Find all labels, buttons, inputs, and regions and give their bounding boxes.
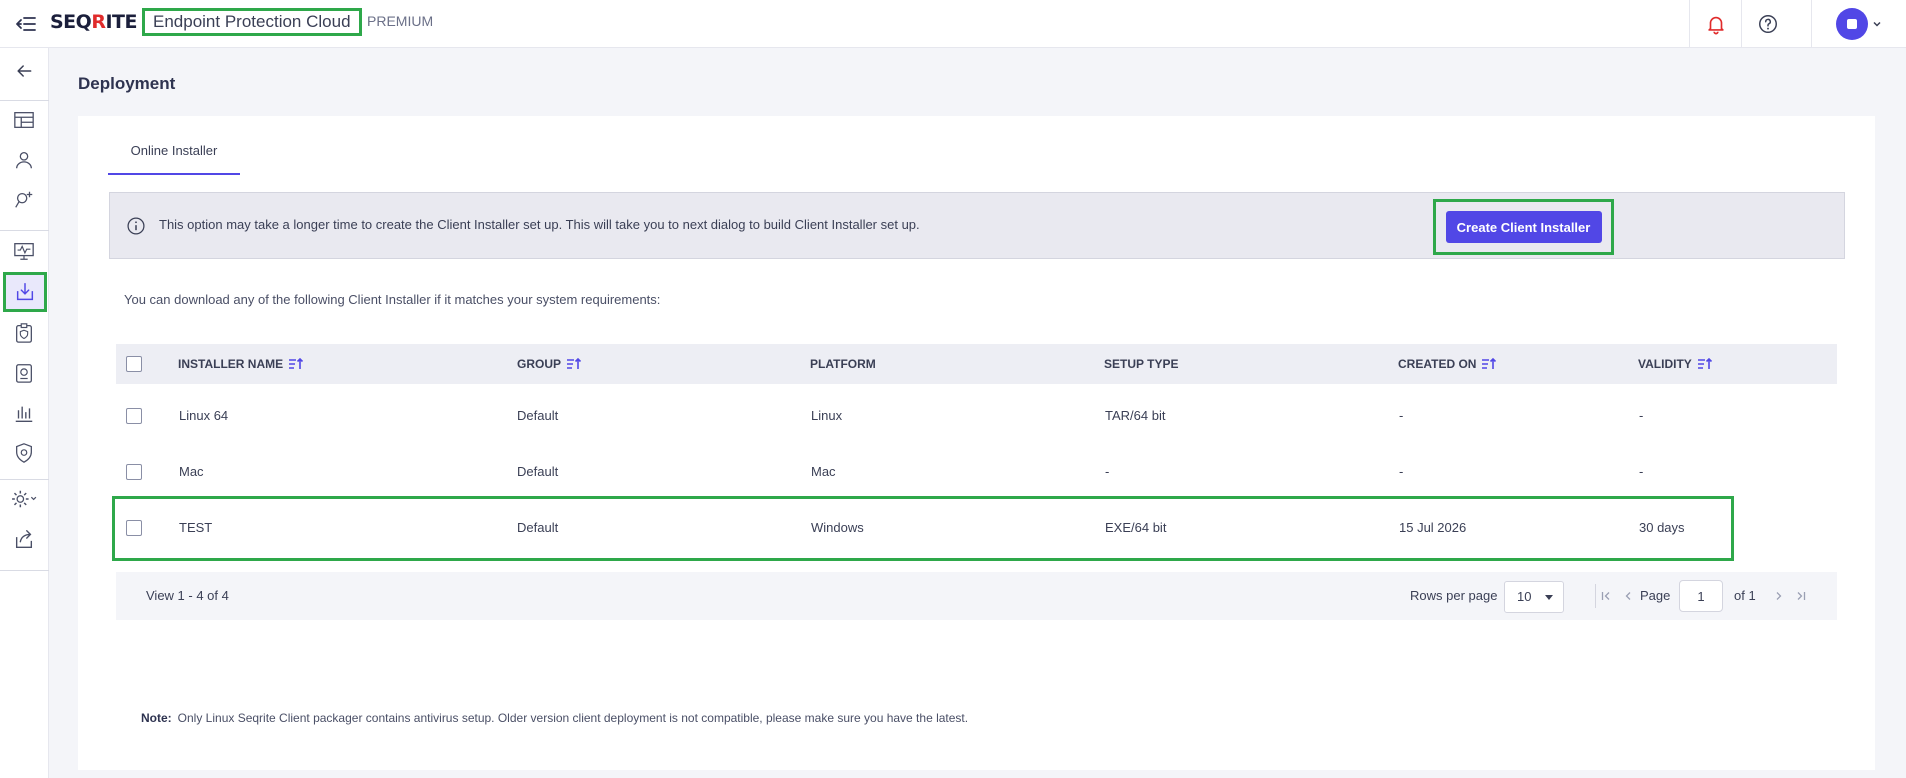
column-installer-name[interactable]: INSTALLER NAME (178, 344, 304, 384)
row-checkbox[interactable] (126, 464, 142, 480)
rows-per-page-select[interactable]: 10 (1504, 581, 1564, 613)
sort-icon[interactable] (566, 357, 582, 371)
column-platform: PLATFORM (810, 357, 876, 371)
download-tray-icon (16, 283, 34, 301)
seqrite-logo: SEQRITE (50, 11, 137, 33)
caret-down-icon (1545, 595, 1553, 600)
rows-per-page-label: Rows per page (1410, 588, 1498, 603)
row-checkbox[interactable] (126, 408, 142, 424)
sort-icon[interactable] (288, 357, 304, 371)
gear-icon[interactable] (6, 482, 42, 516)
last-page-icon[interactable] (1791, 586, 1811, 606)
column-validity[interactable]: VALIDITY (1638, 344, 1713, 384)
created-on-cell: - (1399, 408, 1404, 423)
create-client-installer-button[interactable]: Create Client Installer (1445, 211, 1602, 243)
create-button-highlight: Create Client Installer (1433, 199, 1614, 255)
table-row[interactable]: Mac Default Mac - - - (116, 444, 1837, 500)
setup-type-cell: EXE/64 bit (1105, 520, 1167, 535)
info-text: This option may take a longer time to cr… (159, 217, 920, 232)
next-page-icon[interactable] (1769, 586, 1789, 606)
table-footer: View 1 - 4 of 4 Rows per page 10 Page of… (116, 572, 1837, 620)
dashboard-icon[interactable] (6, 103, 42, 137)
group-cell: Default (517, 520, 559, 535)
sort-icon[interactable] (1697, 357, 1713, 371)
first-page-icon[interactable] (1596, 586, 1616, 606)
back-arrow-icon[interactable] (6, 54, 42, 88)
platform-cell: Mac (811, 464, 836, 479)
help-button[interactable] (1741, 0, 1793, 48)
table-header: INSTALLER NAME GROUP PLATFORM SETUP TYPE… (116, 344, 1837, 384)
user-icon[interactable] (6, 143, 42, 177)
page-number-input[interactable] (1679, 580, 1723, 612)
monitor-activity-icon[interactable] (6, 234, 42, 268)
footer-note: Note: Only Linux Seqrite Client packager … (141, 711, 968, 725)
row-checkbox[interactable] (126, 520, 142, 536)
created-on-cell: - (1399, 464, 1404, 479)
menu-collapse-icon[interactable] (14, 12, 38, 36)
sort-icon[interactable] (1481, 357, 1497, 371)
help-icon (1758, 15, 1777, 33)
note-text: Only Linux Seqrite Client packager conta… (177, 711, 969, 725)
platform-cell: Windows (811, 520, 864, 535)
prev-page-icon[interactable] (1618, 586, 1638, 606)
sidebar (0, 48, 49, 778)
installer-name-cell: Linux 64 (179, 408, 229, 423)
sidebar-item-deployment[interactable] (3, 272, 47, 312)
setup-type-cell: TAR/64 bit (1105, 408, 1166, 423)
chevron-down-icon (1873, 21, 1881, 27)
tab-online-installer[interactable]: Online Installer (108, 139, 240, 175)
validity-cell: - (1639, 464, 1644, 479)
select-all-checkbox[interactable] (126, 356, 142, 372)
notifications-button[interactable] (1689, 0, 1741, 48)
clipboard-shield-icon[interactable] (6, 316, 42, 350)
avatar (1836, 8, 1868, 40)
bell-icon (1707, 16, 1724, 35)
info-icon (127, 217, 145, 235)
top-bar: SEQRITE Endpoint Protection Cloud PREMIU… (0, 0, 1906, 48)
page-total: of 1 (1734, 588, 1756, 603)
validity-cell: 30 days (1639, 520, 1685, 535)
setup-type-cell: - (1105, 464, 1110, 479)
column-created-on[interactable]: CREATED ON (1398, 344, 1497, 384)
device-settings-icon[interactable] (6, 356, 42, 390)
validity-cell: - (1639, 408, 1644, 423)
table-row[interactable]: TEST Default Windows EXE/64 bit 15 Jul 2… (116, 500, 1837, 556)
user-menu[interactable] (1811, 0, 1906, 48)
add-user-search-icon[interactable] (6, 183, 42, 217)
product-name: Endpoint Protection Cloud (142, 8, 362, 36)
table-row[interactable]: Linux 64 Default Linux TAR/64 bit - - (116, 388, 1837, 444)
page-label: Page (1640, 588, 1671, 603)
reports-chart-icon[interactable] (6, 396, 42, 430)
installer-name-cell: Mac (179, 464, 204, 479)
view-count: View 1 - 4 of 4 (146, 588, 229, 603)
column-group[interactable]: GROUP (517, 344, 582, 384)
export-icon[interactable] (6, 522, 42, 556)
download-hint: You can download any of the following Cl… (124, 292, 661, 307)
installer-name-cell: TEST (179, 520, 213, 535)
note-label: Note: (141, 711, 172, 725)
group-cell: Default (517, 464, 559, 479)
shield-settings-icon[interactable] (6, 436, 42, 470)
edition-label: PREMIUM (367, 13, 434, 29)
created-on-cell: 15 Jul 2026 (1399, 520, 1467, 535)
group-cell: Default (517, 408, 559, 423)
page-title: Deployment (78, 74, 176, 93)
column-setup-type: SETUP TYPE (1104, 357, 1179, 371)
platform-cell: Linux (811, 408, 843, 423)
